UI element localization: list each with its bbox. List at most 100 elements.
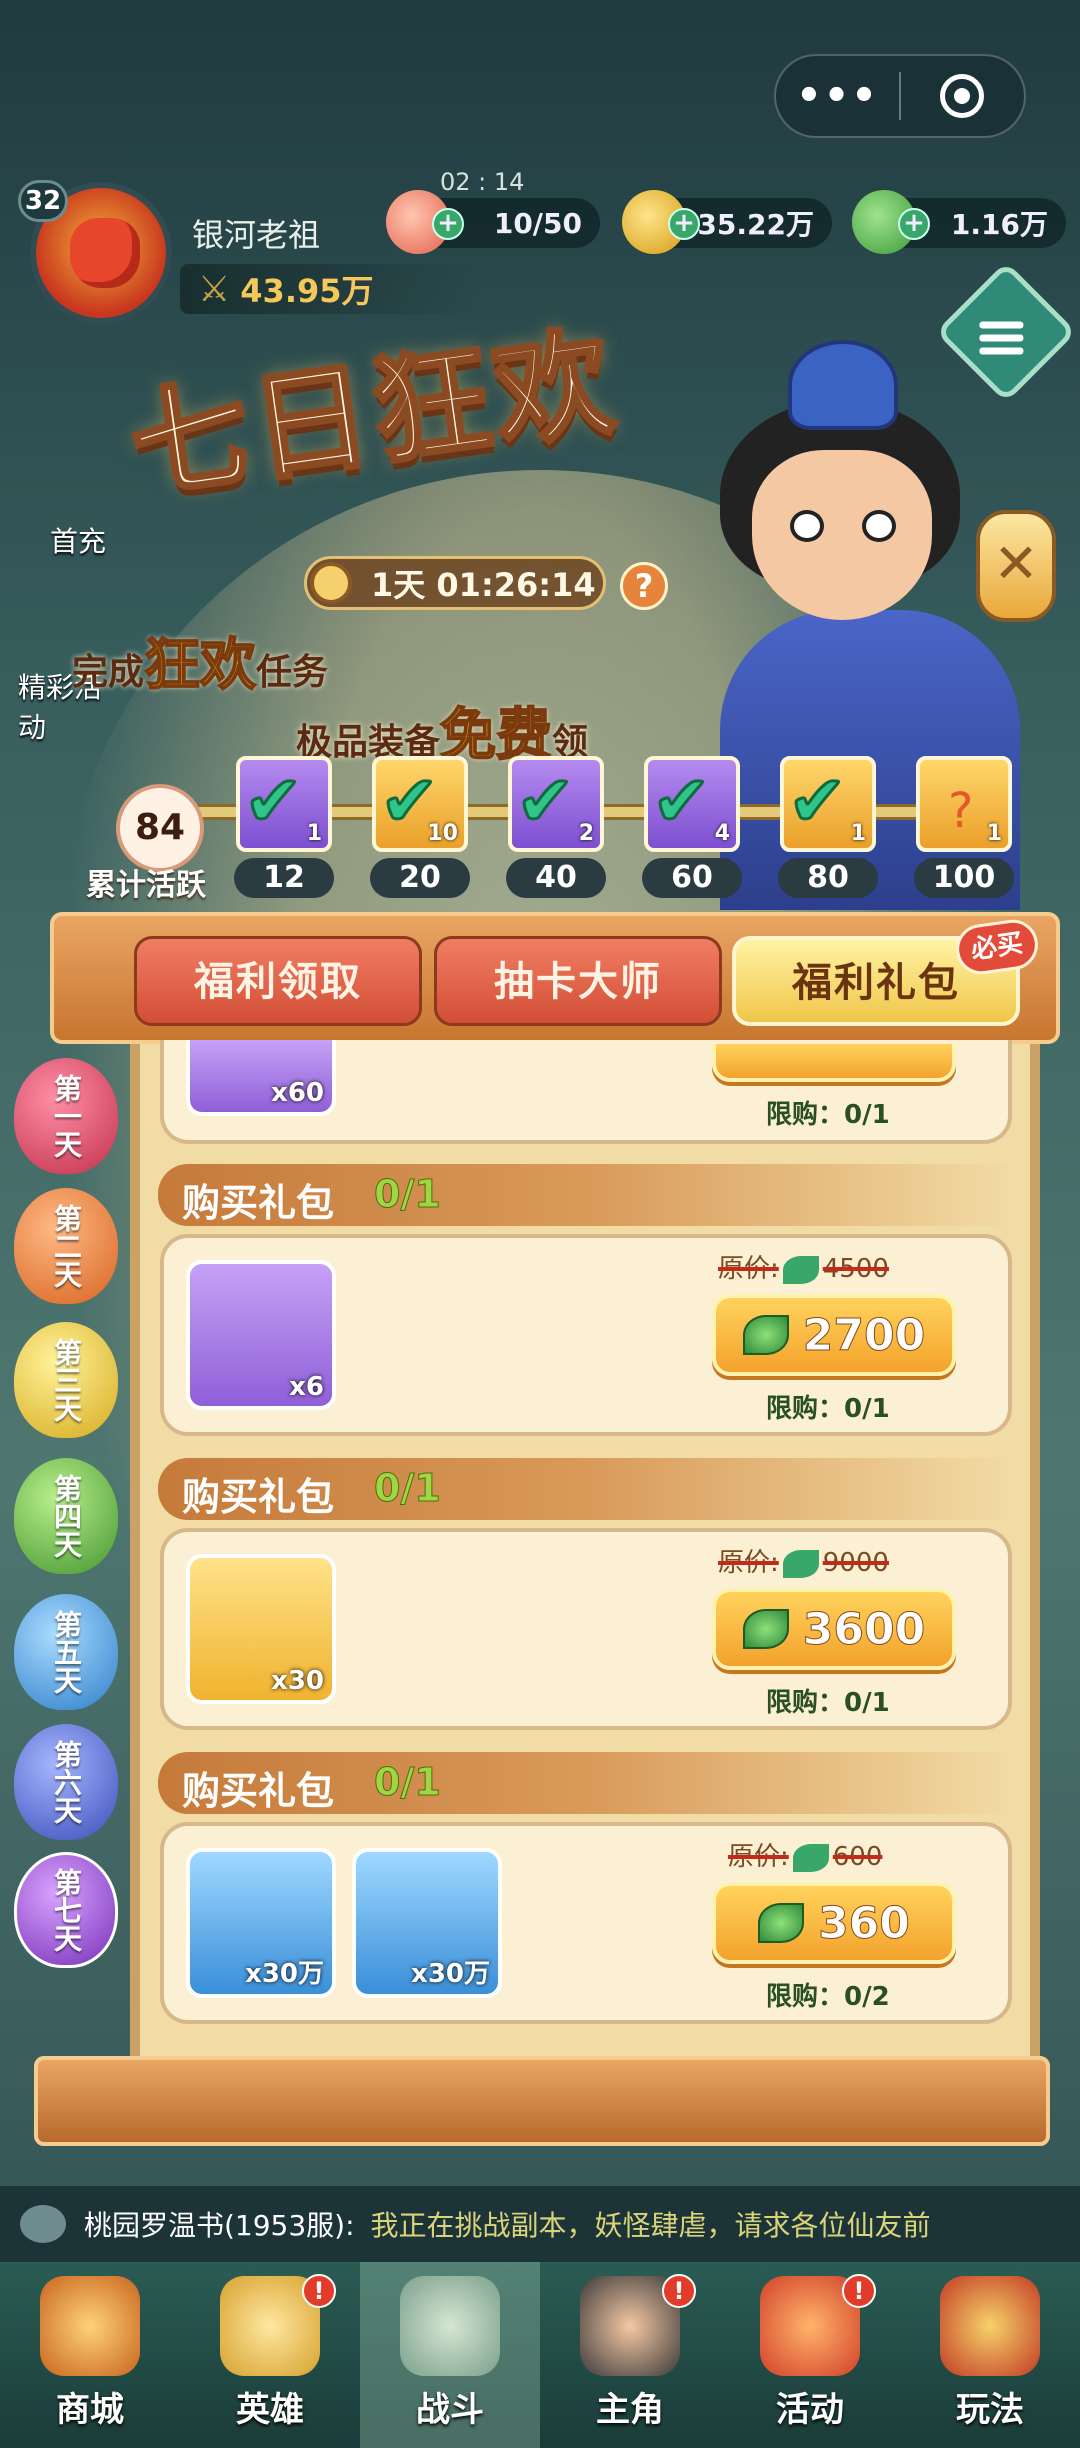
day-5-tab[interactable]: 第五天 [14, 1594, 118, 1710]
world-chat-bar[interactable]: 桃园罗温书(1953服): 我正在挑战副本，妖怪肆虐，请求各位仙友前 [0, 2186, 1080, 2262]
check-icon: ✔ [243, 760, 305, 842]
add-jade-button[interactable]: + [898, 208, 930, 240]
package-header-2: 购买礼包 0/1 [158, 1458, 1018, 1520]
combat-power-value: 43.95万 [240, 272, 374, 310]
orig-label: 原价: [728, 1842, 789, 1872]
jade-leaf-icon [742, 1315, 789, 1355]
stamina-resource: +10/50 [386, 190, 600, 254]
jade-resource: +1.16万 [852, 190, 1066, 254]
chat-message: 我正在挑战副本，妖怪肆虐，请求各位仙友前 [370, 2209, 931, 2242]
milestone-reward-1[interactable]: ✔ 1 [236, 756, 332, 852]
milestone-reward-3[interactable]: ✔ 2 [508, 756, 604, 852]
milestone-reward-5[interactable]: ✔ 1 [780, 756, 876, 852]
record-icon [940, 74, 985, 118]
day-2-tab[interactable]: 第二天 [14, 1188, 118, 1304]
original-price-2: 原价: 9000 [718, 1542, 889, 1579]
milestone-reward-2[interactable]: ✔ 10 [372, 756, 468, 852]
milestone-reward-6[interactable]: ? 1 [916, 756, 1012, 852]
nav-label: 英雄 [236, 2390, 304, 2430]
original-price-3: 原价: 600 [728, 1836, 882, 1873]
item-count: x60 [271, 1078, 324, 1108]
package-title: 购买礼包 [182, 1181, 335, 1225]
purchase-limit-3: 限购：0/2 [766, 1982, 890, 2012]
slogan-line-1: 完成狂欢任务 [72, 620, 328, 701]
hero-face [752, 450, 932, 620]
mystery-chest-icon[interactable]: x6 [186, 1260, 336, 1410]
day-3-tab[interactable]: 第三天 [14, 1322, 118, 1438]
orig-value: 9000 [822, 1548, 889, 1578]
coin-icon[interactable]: x30万 [352, 1848, 502, 1998]
crystal-icon[interactable]: x30 [186, 1554, 336, 1704]
nav-events[interactable]: 活动! [720, 2262, 900, 2448]
purchase-limit-0: 限购：0/1 [766, 1100, 890, 1130]
orig-label: 原价: [718, 1548, 779, 1578]
stamina-value: 10/50 [493, 206, 582, 240]
purchase-limit-2: 限购：0/1 [766, 1688, 890, 1718]
lotus-item-icon[interactable]: x60 [186, 1040, 336, 1116]
milestone-count: 10 [427, 821, 458, 846]
hero-eye-right [862, 510, 896, 542]
milestone-count: 2 [578, 821, 594, 846]
chat-bubble-icon [20, 2205, 66, 2243]
coin-resource: +35.22万 [622, 190, 832, 254]
milestone-count: 1 [306, 821, 322, 846]
nav-label: 商城 [56, 2390, 124, 2430]
shop-icon [40, 2276, 140, 2376]
hero-hat [788, 340, 898, 430]
price-value: 3600 [802, 1603, 926, 1655]
panel-base-frame [34, 2056, 1050, 2146]
milestone-count: 1 [986, 821, 1002, 846]
bottom-navigation: 商城 英雄! 战斗 主角! 活动! 玩法 [0, 2262, 1080, 2448]
nav-character[interactable]: 主角! [540, 2262, 720, 2448]
help-button[interactable]: ? [620, 562, 668, 610]
milestone-value-2: 20 [370, 858, 470, 898]
check-icon: ✔ [515, 760, 577, 842]
drum-icon [940, 2276, 1040, 2376]
original-price-1: 原价: 4500 [718, 1248, 889, 1285]
close-program-button[interactable] [901, 74, 1024, 118]
package-title: 购买礼包 [182, 1769, 335, 1813]
coin-value: 35.22万 [697, 208, 814, 241]
day-7-tab[interactable]: 第七天 [14, 1852, 118, 1968]
first-charge-label[interactable]: 首充 [50, 520, 106, 560]
day-1-tab[interactable]: 第一天 [14, 1058, 118, 1174]
tab-gacha[interactable]: 抽卡大师 [434, 936, 722, 1026]
nav-battle[interactable]: 战斗 [360, 2262, 540, 2448]
blue-orb-icon[interactable]: x30万 [186, 1848, 336, 1998]
nav-shop[interactable]: 商城 [0, 2262, 180, 2448]
price-value: 2700 [802, 1309, 926, 1361]
price-button-1[interactable]: 2700 [712, 1294, 956, 1376]
jade-value: 1.16万 [950, 208, 1048, 241]
jade-leaf-icon [782, 1255, 819, 1284]
item-count: x6 [289, 1372, 324, 1402]
milestone-value-3: 40 [506, 858, 606, 898]
item-count: x30万 [411, 1959, 490, 1989]
nav-label: 玩法 [956, 2390, 1024, 2430]
nav-gameplay[interactable]: 玩法 [900, 2262, 1080, 2448]
price-button-2[interactable]: 3600 [712, 1588, 956, 1670]
activity-label: 累计活跃 [86, 868, 206, 903]
question-card-icon: ? [948, 783, 974, 839]
package-header-1: 购买礼包 0/1 [158, 1164, 1018, 1226]
price-button-0[interactable] [712, 1044, 956, 1082]
more-button[interactable]: ••• [776, 73, 899, 119]
mini-program-capsule: ••• [774, 54, 1026, 138]
milestone-reward-4[interactable]: ✔ 4 [644, 756, 740, 852]
milestone-count: 1 [850, 821, 866, 846]
close-event-button[interactable]: ✕ [976, 510, 1056, 622]
nav-heroes[interactable]: 英雄! [180, 2262, 360, 2448]
orig-value: 4500 [822, 1254, 889, 1284]
hero-eye-left [790, 510, 824, 542]
add-stamina-button[interactable]: + [432, 208, 464, 240]
price-button-3[interactable]: 360 [712, 1882, 956, 1964]
item-count: x30 [271, 1666, 324, 1696]
tab-welfare[interactable]: 福利领取 [134, 936, 422, 1026]
alert-icon: ! [302, 2274, 336, 2308]
jade-leaf-icon [782, 1549, 819, 1578]
day-4-tab[interactable]: 第四天 [14, 1458, 118, 1574]
add-coin-button[interactable]: + [668, 208, 700, 240]
clock-icon [310, 562, 352, 604]
package-quota: 0/1 [374, 1172, 442, 1217]
day-6-tab[interactable]: 第六天 [14, 1724, 118, 1840]
alert-icon: ! [842, 2274, 876, 2308]
